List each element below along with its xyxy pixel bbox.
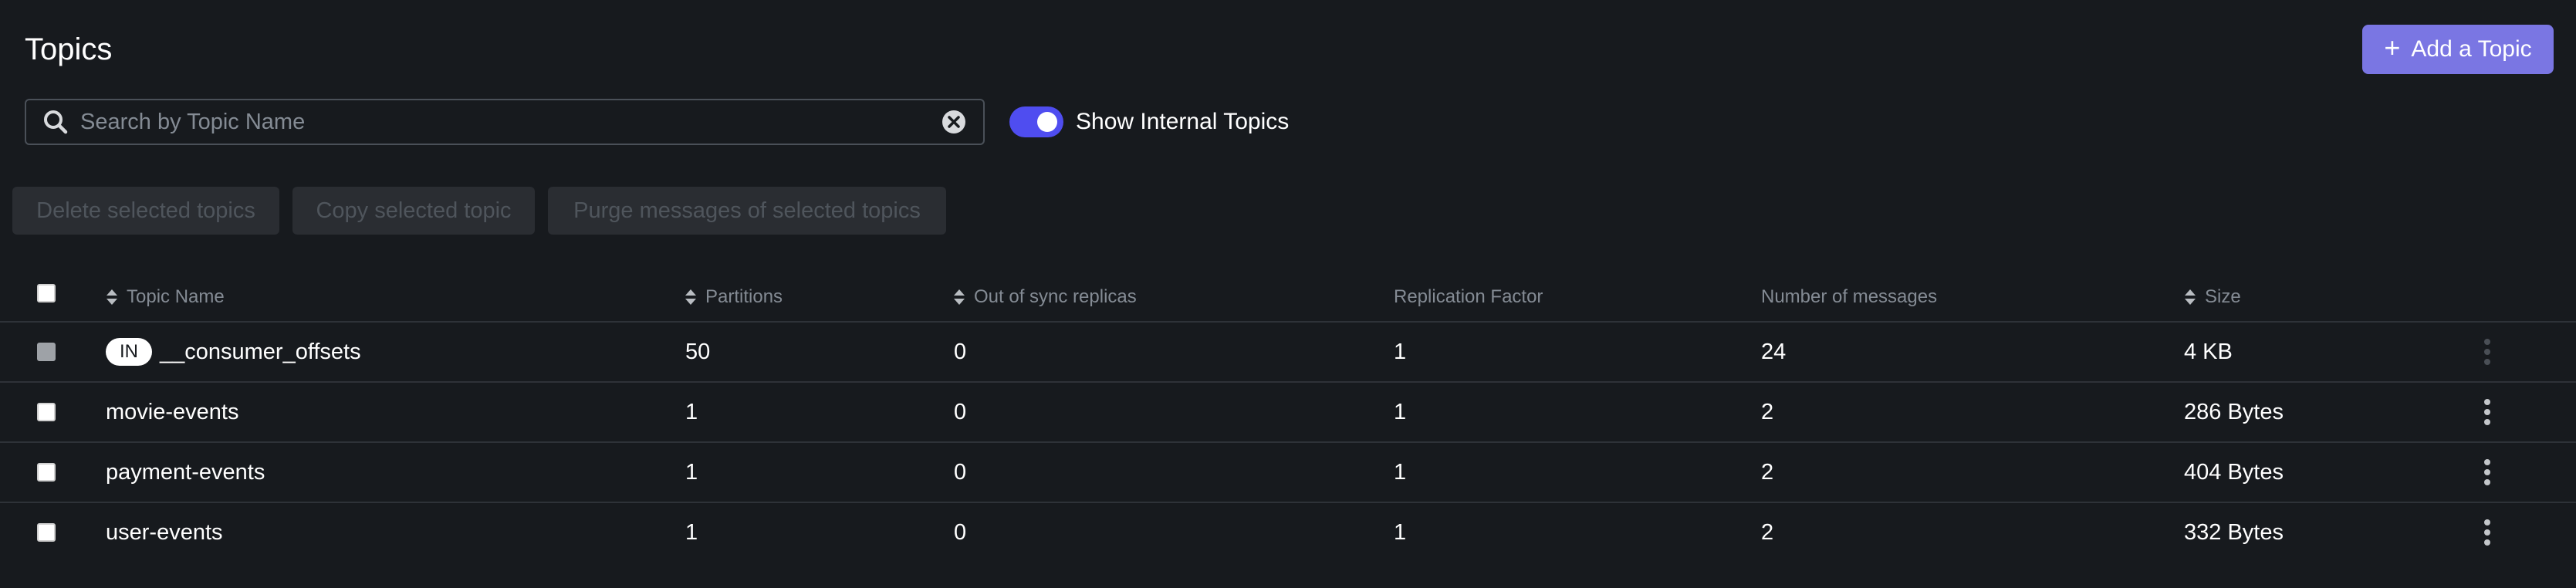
table-row: movie-events 1 0 1 2 286 Bytes: [0, 383, 2576, 443]
messages-cell: 24: [1761, 339, 1787, 364]
toggle-knob: [1037, 112, 1057, 132]
column-partitions[interactable]: Partitions: [684, 272, 783, 323]
search-input[interactable]: [79, 100, 938, 144]
sort-icon: [2185, 289, 2196, 305]
table-row: payment-events 1 0 1 2 404 Bytes: [0, 443, 2576, 503]
table-header: Topic Name Partitions Out of sync replic…: [0, 272, 2576, 323]
messages-cell: 2: [1761, 399, 1774, 424]
row-checkbox: [37, 343, 56, 361]
out-of-sync-cell: 0: [954, 339, 967, 364]
purge-messages-button[interactable]: Purge messages of selected topics: [548, 187, 946, 235]
messages-cell: 2: [1761, 459, 1774, 485]
kebab-menu-icon[interactable]: [2476, 383, 2499, 441]
sort-icon: [685, 289, 696, 305]
out-of-sync-cell: 0: [954, 459, 967, 485]
table-row: user-events 1 0 1 2 332 Bytes: [0, 503, 2576, 563]
table-row: IN __consumer_offsets 50 0 1 24 4 KB: [0, 323, 2576, 383]
partitions-cell: 1: [685, 519, 698, 545]
column-replication-factor: Replication Factor: [1394, 272, 1543, 323]
topic-name[interactable]: movie-events: [106, 383, 238, 441]
partitions-cell: 50: [685, 339, 711, 364]
column-topic-name-label: Topic Name: [127, 286, 225, 307]
size-cell: 404 Bytes: [2184, 459, 2284, 485]
kebab-menu-icon[interactable]: [2476, 443, 2499, 502]
delete-selected-topics-button[interactable]: Delete selected topics: [12, 187, 279, 235]
sort-icon: [106, 289, 117, 305]
show-internal-topics-label: Show Internal Topics: [1076, 109, 1290, 134]
kebab-menu-icon: [2476, 323, 2499, 381]
partitions-cell: 1: [685, 459, 698, 485]
size-cell: 332 Bytes: [2184, 519, 2284, 545]
page-title: Topics: [25, 32, 113, 66]
topics-table: Topic Name Partitions Out of sync replic…: [0, 272, 2576, 563]
column-out-of-sync[interactable]: Out of sync replicas: [952, 272, 1137, 323]
column-replication-factor-label: Replication Factor: [1394, 286, 1543, 307]
column-size[interactable]: Size: [2183, 272, 2241, 323]
add-topic-label: Add a Topic: [2411, 36, 2532, 62]
out-of-sync-cell: 0: [954, 399, 967, 424]
column-out-of-sync-label: Out of sync replicas: [974, 286, 1137, 307]
search-box: [25, 99, 985, 145]
replication-factor-cell: 1: [1394, 399, 1407, 424]
replication-factor-cell: 1: [1394, 519, 1407, 545]
topic-name-cell[interactable]: IN __consumer_offsets: [106, 323, 361, 381]
row-checkbox[interactable]: [37, 523, 56, 542]
column-topic-name[interactable]: Topic Name: [105, 272, 225, 323]
show-internal-topics: Show Internal Topics: [1009, 106, 1289, 137]
select-all-checkbox[interactable]: [37, 284, 56, 302]
out-of-sync-cell: 0: [954, 519, 967, 545]
clear-icon[interactable]: [938, 106, 969, 137]
topic-name[interactable]: payment-events: [106, 443, 265, 502]
plus-icon: +: [2384, 32, 2401, 63]
internal-badge: IN: [106, 338, 152, 366]
replication-factor-cell: 1: [1394, 339, 1407, 364]
row-checkbox[interactable]: [37, 463, 56, 482]
copy-selected-topic-button[interactable]: Copy selected topic: [292, 187, 535, 235]
topic-name[interactable]: __consumer_offsets: [160, 340, 361, 365]
column-number-of-messages-label: Number of messages: [1761, 286, 1938, 307]
kebab-menu-icon[interactable]: [2476, 503, 2499, 562]
row-checkbox[interactable]: [37, 403, 56, 421]
sort-icon: [954, 289, 965, 305]
size-cell: 286 Bytes: [2184, 399, 2284, 424]
search-icon: [44, 110, 68, 134]
topic-name[interactable]: user-events: [106, 503, 223, 562]
column-number-of-messages: Number of messages: [1761, 272, 1937, 323]
add-topic-button[interactable]: + Add a Topic: [2362, 25, 2554, 74]
size-cell: 4 KB: [2184, 339, 2233, 364]
replication-factor-cell: 1: [1394, 459, 1407, 485]
partitions-cell: 1: [685, 399, 698, 424]
column-partitions-label: Partitions: [705, 286, 783, 307]
column-size-label: Size: [2205, 286, 2241, 307]
messages-cell: 2: [1761, 519, 1774, 545]
show-internal-topics-toggle[interactable]: [1009, 106, 1063, 137]
